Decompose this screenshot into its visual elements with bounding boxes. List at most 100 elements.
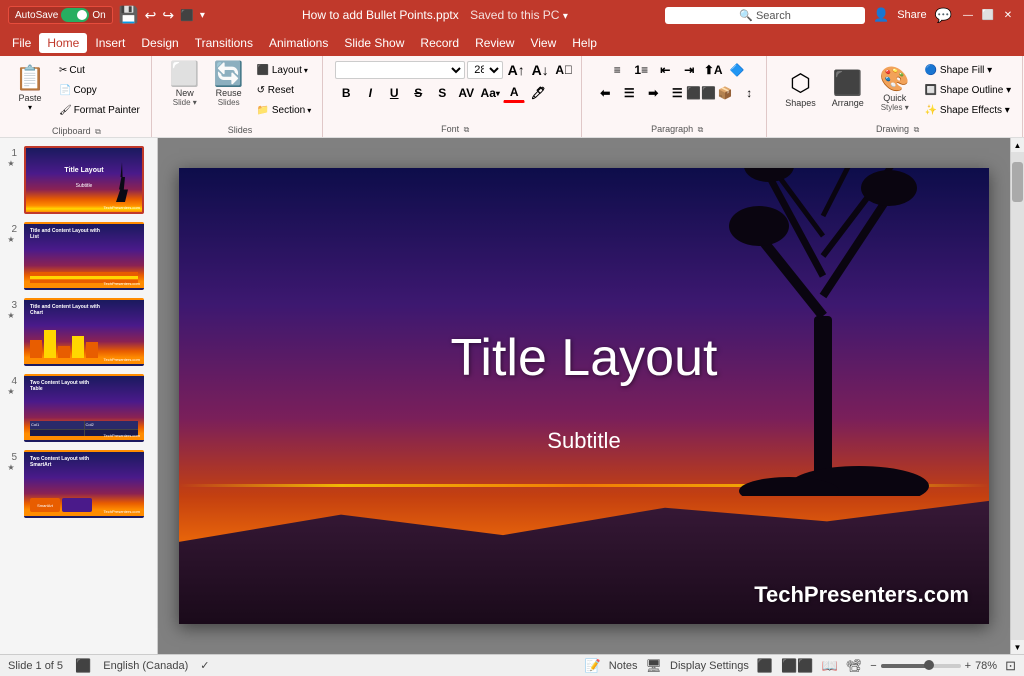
decrease-font-button[interactable]: A↓ — [529, 60, 551, 80]
zoom-level[interactable]: 78% — [975, 660, 997, 672]
shadow-button[interactable]: S — [431, 83, 453, 103]
slide-sorter-icon[interactable]: ⬛⬛ — [781, 658, 813, 674]
close-button[interactable]: ✕ — [1000, 7, 1016, 23]
font-size-select[interactable]: 28 — [467, 61, 503, 79]
reading-view-icon[interactable]: 📖 — [821, 658, 837, 674]
align-left-button[interactable]: ⬅ — [594, 83, 616, 103]
cut-button[interactable]: ✂ Cut — [54, 63, 145, 78]
notes-label[interactable]: Notes — [609, 660, 638, 672]
save-icon[interactable]: 💾 — [119, 5, 139, 25]
display-settings-icon[interactable]: 🖥 — [646, 658, 663, 674]
slide-item-1[interactable]: 1 ★ Title Layout Subtitle TechPresenters… — [4, 146, 153, 214]
copy-button[interactable]: 📄 Copy — [54, 83, 145, 98]
slide-item-5[interactable]: 5 ★ Two Content Layout with SmartArt Sma… — [4, 450, 153, 518]
scroll-down-arrow[interactable]: ▼ — [1011, 640, 1024, 654]
notes-button[interactable]: 📝 — [585, 658, 601, 674]
right-scrollbar[interactable]: ▲ ▼ — [1010, 138, 1024, 654]
maximize-button[interactable]: ⬜ — [980, 7, 996, 23]
clear-format-button[interactable]: A⃝ — [553, 60, 575, 80]
change-case-button[interactable]: Aa▾ — [479, 83, 501, 103]
zoom-in-icon[interactable]: + — [965, 660, 971, 672]
convert-smartart-button[interactable]: 🔷 — [726, 60, 748, 80]
scroll-track[interactable] — [1011, 152, 1024, 640]
menu-home[interactable]: Home — [39, 33, 87, 53]
justify-button[interactable]: ☰ — [666, 83, 688, 103]
share-label[interactable]: Share — [897, 9, 926, 21]
italic-button[interactable]: I — [359, 83, 381, 103]
shapes-button[interactable]: ⬡ Shapes — [779, 67, 822, 111]
slide-thumbnail-5[interactable]: Two Content Layout with SmartArt SmartAr… — [24, 450, 144, 518]
comments-icon[interactable]: 💬 — [935, 7, 952, 24]
new-slide-button[interactable]: ⬜ New Slide ▾ — [164, 58, 206, 111]
fit-screen-icon[interactable]: ⊡ — [1005, 658, 1016, 674]
decrease-indent-button[interactable]: ⇤ — [654, 60, 676, 80]
undo-icon[interactable]: ↩ — [145, 7, 157, 24]
presenter-view-icon[interactable]: 📽 — [846, 658, 863, 674]
menu-design[interactable]: Design — [133, 33, 186, 53]
menu-review[interactable]: Review — [467, 33, 522, 53]
font-expand[interactable]: ⧉ — [464, 125, 470, 134]
text-direction-button[interactable]: ⬆A — [702, 60, 724, 80]
line-spacing-button[interactable]: ↕ — [738, 83, 760, 103]
shape-effects-button[interactable]: ✨ Shape Effects ▾ — [920, 103, 1016, 118]
bold-button[interactable]: B — [335, 83, 357, 103]
paste-button[interactable]: 📋 Paste ▾ — [8, 58, 52, 120]
menu-record[interactable]: Record — [412, 33, 467, 53]
menu-help[interactable]: Help — [564, 33, 605, 53]
paragraph-expand[interactable]: ⧉ — [698, 125, 704, 134]
menu-animations[interactable]: Animations — [261, 33, 336, 53]
align-right-button[interactable]: ➡ — [642, 83, 664, 103]
layout-button[interactable]: ⬛ Layout ▾ — [252, 63, 317, 78]
strikethrough-button[interactable]: S — [407, 83, 429, 103]
reuse-slides-button[interactable]: 🔄 Reuse Slides — [208, 58, 250, 111]
clipboard-expand[interactable]: ⧉ — [95, 127, 101, 136]
underline-button[interactable]: U — [383, 83, 405, 103]
columns-button[interactable]: ⬛⬛ — [690, 83, 712, 103]
scroll-up-arrow[interactable]: ▲ — [1011, 138, 1024, 152]
slide-thumbnail-2[interactable]: Title and Content Layout with List TechP… — [24, 222, 144, 290]
shape-fill-button[interactable]: 🔵 Shape Fill ▾ — [920, 63, 1016, 78]
reset-button[interactable]: ↺ Reset — [252, 83, 317, 98]
slide-item-4[interactable]: 4 ★ Two Content Layout with Table Col1 C… — [4, 374, 153, 442]
numbering-button[interactable]: 1≡ — [630, 60, 652, 80]
saved-chevron[interactable]: ▾ — [563, 11, 568, 22]
menu-transitions[interactable]: Transitions — [187, 33, 261, 53]
slide-thumbnail-4[interactable]: Two Content Layout with Table Col1 Col2 … — [24, 374, 144, 442]
zoom-slider-thumb[interactable] — [924, 660, 934, 670]
slide-item-2[interactable]: 2 ★ Title and Content Layout with List T… — [4, 222, 153, 290]
title-search-bar[interactable]: 🔍 Search — [665, 7, 865, 24]
autosave-toggle[interactable] — [61, 8, 89, 22]
redo-icon[interactable]: ↪ — [162, 7, 174, 24]
quick-styles-button[interactable]: 🎨 Quick Styles ▾ — [874, 63, 916, 116]
menu-file[interactable]: File — [4, 33, 39, 53]
menu-slideshow[interactable]: Slide Show — [336, 33, 412, 53]
font-family-select[interactable] — [335, 61, 465, 79]
font-color-button[interactable]: A — [503, 83, 525, 103]
minimize-button[interactable]: — — [960, 7, 976, 23]
shape-outline-button[interactable]: 🔲 Shape Outline ▾ — [920, 83, 1016, 98]
display-settings-label[interactable]: Display Settings — [670, 660, 749, 672]
autosave-badge[interactable]: AutoSave On — [8, 6, 113, 24]
format-painter-button[interactable]: 🖌 Format Painter — [54, 103, 145, 118]
notes-layout-icon[interactable]: ⬛ — [75, 658, 91, 674]
zoom-out-icon[interactable]: − — [870, 660, 876, 672]
scroll-thumb[interactable] — [1012, 162, 1023, 202]
quick-access-icon[interactable]: ⬛ — [180, 9, 194, 22]
arrange-button[interactable]: ⬛ Arrange — [826, 67, 870, 111]
slide-thumbnail-1[interactable]: Title Layout Subtitle TechPresenters.com — [24, 146, 144, 214]
slide-canvas[interactable]: Title Layout Subtitle TechPresenters.com — [179, 168, 989, 624]
menu-insert[interactable]: Insert — [87, 33, 133, 53]
highlight-button[interactable]: 🖊 — [527, 83, 549, 103]
bullets-button[interactable]: ≡ — [606, 60, 628, 80]
drawing-expand[interactable]: ⧉ — [914, 125, 920, 134]
share-icon[interactable]: 👤 — [873, 7, 889, 23]
normal-view-icon[interactable]: ⬛ — [757, 658, 773, 674]
increase-font-button[interactable]: A↑ — [505, 60, 527, 80]
char-spacing-button[interactable]: AV — [455, 83, 477, 103]
zoom-slider[interactable] — [881, 664, 961, 668]
align-center-button[interactable]: ☰ — [618, 83, 640, 103]
menu-view[interactable]: View — [522, 33, 564, 53]
slide-thumbnail-3[interactable]: Title and Content Layout with Chart Tech… — [24, 298, 144, 366]
text-box-button[interactable]: 📦 — [714, 83, 736, 103]
slide-item-3[interactable]: 3 ★ Title and Content Layout with Chart … — [4, 298, 153, 366]
